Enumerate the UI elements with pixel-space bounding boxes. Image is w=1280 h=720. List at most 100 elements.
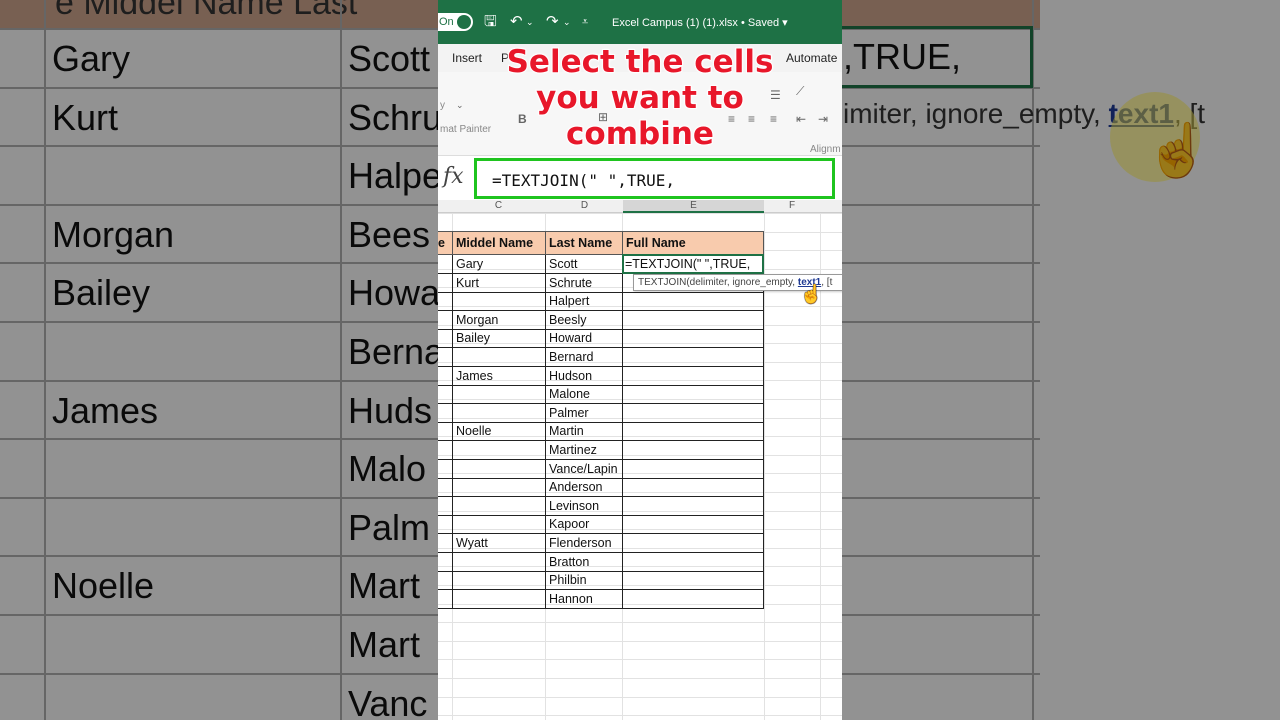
insert-function-icon[interactable]: fx	[443, 164, 464, 189]
caption-line-3: combine	[565, 115, 715, 153]
cell-last-name[interactable]: Martin	[545, 422, 623, 442]
header-full-name[interactable]: Full Name	[622, 231, 764, 255]
cell-first-partial[interactable]	[438, 534, 453, 554]
cell-first-partial[interactable]	[438, 292, 453, 312]
cell-last-name[interactable]: Hannon	[545, 589, 623, 609]
cell-first-partial[interactable]	[438, 478, 453, 498]
cell-middle-name[interactable]	[452, 385, 546, 405]
cell-full-name[interactable]	[622, 496, 764, 516]
cell-last-name[interactable]: Bratton	[545, 552, 623, 572]
column-header-d[interactable]: D	[546, 200, 623, 212]
cell-first-partial[interactable]	[438, 348, 453, 368]
cell-last-name[interactable]: Flenderson	[545, 534, 623, 554]
cell-first-partial[interactable]	[438, 255, 453, 275]
cell-middle-name[interactable]	[452, 496, 546, 516]
tutorial-caption: Select the cells you want to combine	[438, 43, 842, 153]
cell-middle-name[interactable]: Gary	[452, 255, 546, 275]
cell-middle-name[interactable]	[452, 403, 546, 423]
cell-first-partial[interactable]	[438, 273, 453, 293]
cell-last-name[interactable]: Malone	[545, 385, 623, 405]
cell-middle-name[interactable]: Wyatt	[452, 534, 546, 554]
cell-full-name[interactable]	[622, 441, 764, 461]
cell-last-name[interactable]: Halpert	[545, 292, 623, 312]
cell-last-name[interactable]: Bernard	[545, 348, 623, 368]
redo-icon[interactable]: ↷	[546, 14, 559, 30]
undo-icon[interactable]: ↶	[510, 14, 523, 30]
cell-first-partial[interactable]	[438, 571, 453, 591]
cell-full-name[interactable]	[622, 403, 764, 423]
cell-first-partial[interactable]	[438, 496, 453, 516]
cell-full-name[interactable]	[622, 292, 764, 312]
cell-last-name[interactable]: Levinson	[545, 496, 623, 516]
cell-full-name[interactable]	[622, 515, 764, 535]
cell-middle-name[interactable]: Kurt	[452, 273, 546, 293]
cell-last-name[interactable]: Schrute	[545, 273, 623, 293]
cell-middle-name[interactable]	[452, 571, 546, 591]
cell-full-name[interactable]	[622, 478, 764, 498]
document-title[interactable]: Excel Campus (1) (1).xlsx • Saved ▾	[612, 16, 788, 29]
cell-full-name[interactable]	[622, 348, 764, 368]
cell-last-name[interactable]: Vance/Lapin	[545, 459, 623, 479]
cell-first-partial[interactable]	[438, 589, 453, 609]
header-first-name-partial[interactable]: e	[438, 231, 453, 255]
cell-last-name[interactable]: Scott	[545, 255, 623, 275]
autosave-toggle[interactable]: On	[438, 13, 473, 31]
header-last-name[interactable]: Last Name	[545, 231, 623, 255]
column-header-e[interactable]: E	[623, 200, 764, 213]
gridline	[438, 640, 842, 642]
cell-middle-name[interactable]	[452, 441, 546, 461]
cell-first-partial[interactable]	[438, 310, 453, 330]
cell-full-name[interactable]	[622, 589, 764, 609]
cell-last-name[interactable]: Beesly	[545, 310, 623, 330]
customize-toolbar-icon[interactable]: ⩡	[582, 14, 588, 30]
undo-dropdown-icon[interactable]: ⌄	[526, 14, 534, 30]
formula-bar: fx =TEXTJOIN(" ",TRUE,	[438, 156, 842, 202]
cell-full-name[interactable]	[622, 310, 764, 330]
redo-dropdown-icon[interactable]: ⌄	[563, 14, 571, 30]
cell-last-name[interactable]: Palmer	[545, 403, 623, 423]
cell-first-partial[interactable]	[438, 515, 453, 535]
cell-first-partial[interactable]	[438, 441, 453, 461]
caption-line-1: Select the cells	[506, 43, 775, 81]
cell-full-name[interactable]	[622, 571, 764, 591]
cell-full-name[interactable]	[622, 422, 764, 442]
cell-first-partial[interactable]	[438, 422, 453, 442]
cell-last-name[interactable]: Philbin	[545, 571, 623, 591]
cell-first-partial[interactable]	[438, 403, 453, 423]
cell-last-name[interactable]: Anderson	[545, 478, 623, 498]
cell-middle-name[interactable]	[452, 459, 546, 479]
column-header-f[interactable]: F	[764, 200, 820, 212]
cell-last-name[interactable]: Hudson	[545, 366, 623, 386]
formula-input[interactable]: =TEXTJOIN(" ",TRUE,	[474, 158, 835, 199]
cell-middle-name[interactable]: Noelle	[452, 422, 546, 442]
cell-first-partial[interactable]	[438, 552, 453, 572]
cell-first-partial[interactable]	[438, 366, 453, 386]
column-header-c[interactable]: C	[452, 200, 545, 212]
cell-last-name[interactable]: Kapoor	[545, 515, 623, 535]
cell-first-partial[interactable]	[438, 385, 453, 405]
cell-full-name[interactable]	[622, 459, 764, 479]
cell-middle-name[interactable]	[452, 348, 546, 368]
cell-full-name[interactable]	[622, 366, 764, 386]
hand-cursor-icon: ☝	[800, 284, 823, 304]
caption-line-2: you want to	[535, 79, 745, 117]
cell-last-name[interactable]: Martinez	[545, 441, 623, 461]
cell-middle-name[interactable]: Bailey	[452, 329, 546, 349]
cell-full-name[interactable]	[622, 552, 764, 572]
cell-middle-name[interactable]	[452, 589, 546, 609]
cell-first-partial[interactable]	[438, 329, 453, 349]
cell-last-name[interactable]: Howard	[545, 329, 623, 349]
cell-middle-name[interactable]	[452, 552, 546, 572]
cell-middle-name[interactable]	[452, 478, 546, 498]
cell-full-name[interactable]	[622, 329, 764, 349]
save-icon[interactable]: 🖫	[484, 14, 497, 30]
cell-full-name[interactable]	[622, 534, 764, 554]
cell-full-name[interactable]	[622, 385, 764, 405]
cell-middle-name[interactable]	[452, 292, 546, 312]
cell-first-partial[interactable]	[438, 459, 453, 479]
header-middle-name[interactable]: Middel Name	[452, 231, 546, 255]
cell-middle-name[interactable]	[452, 515, 546, 535]
cell-middle-name[interactable]: James	[452, 366, 546, 386]
cell-middle-name[interactable]: Morgan	[452, 310, 546, 330]
active-cell-e[interactable]: =TEXTJOIN(" ",TRUE,	[622, 254, 764, 274]
